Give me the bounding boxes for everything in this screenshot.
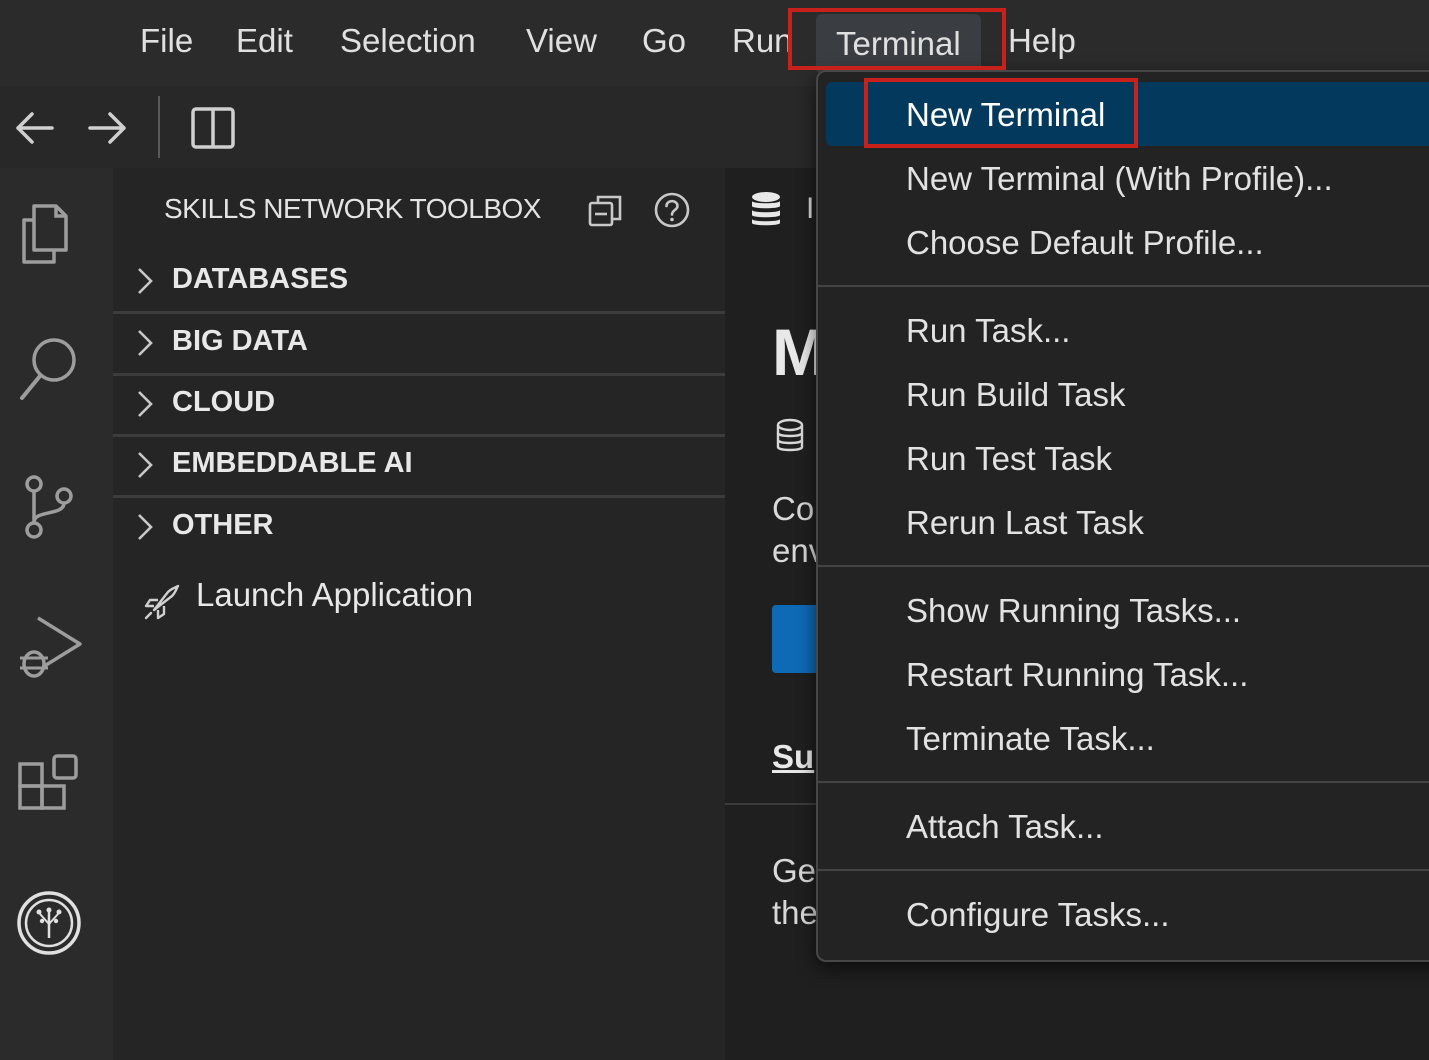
menu-separator <box>818 285 1429 287</box>
vscode-window: File Edit Selection View Go Run Terminal… <box>0 0 1429 1060</box>
menu-item-rerun-last-task[interactable]: Rerun Last Task <box>906 504 1144 542</box>
section-databases[interactable]: DATABASES <box>113 252 725 310</box>
editor-paragraph-line: Ge <box>772 852 817 889</box>
section-other[interactable]: OTHER <box>113 498 725 556</box>
chevron-right-icon <box>138 514 153 540</box>
editor-tab-label[interactable]: I <box>806 192 814 226</box>
menu-selection[interactable]: Selection <box>340 22 476 60</box>
menu-item-show-running-tasks[interactable]: Show Running Tasks... <box>906 592 1241 630</box>
editor-paragraph-line: the <box>772 894 818 931</box>
annotation-highlight-new-terminal <box>864 78 1138 148</box>
menu-item-restart-running-task[interactable]: Restart Running Task... <box>906 656 1248 694</box>
chevron-right-icon <box>138 268 153 294</box>
toolbar-separator <box>158 96 160 158</box>
menu-item-run-task[interactable]: Run Task... <box>906 312 1070 350</box>
split-editor-icon[interactable] <box>188 104 236 152</box>
menu-separator <box>818 781 1429 783</box>
section-label: EMBEDDABLE AI <box>172 447 413 479</box>
extensions-icon[interactable] <box>16 752 80 816</box>
help-icon[interactable] <box>653 191 691 229</box>
explorer-icon[interactable] <box>16 196 80 264</box>
menu-item-configure-tasks[interactable]: Configure Tasks... <box>906 896 1170 934</box>
rocket-icon <box>144 584 180 620</box>
search-icon[interactable] <box>16 334 80 400</box>
source-control-icon[interactable] <box>16 472 80 539</box>
menu-item-run-build-task[interactable]: Run Build Task <box>906 376 1126 414</box>
chevron-right-icon <box>138 452 153 478</box>
collapse-all-icon[interactable] <box>586 191 624 229</box>
menu-item-new-terminal-with-profile[interactable]: New Terminal (With Profile)... <box>906 160 1333 198</box>
section-label: DATABASES <box>172 263 349 295</box>
section-label: CLOUD <box>172 386 276 418</box>
chevron-right-icon <box>138 391 153 417</box>
menu-item-terminate-task[interactable]: Terminate Task... <box>906 720 1155 758</box>
menu-separator <box>818 869 1429 871</box>
section-label: OTHER <box>172 509 274 541</box>
chevron-right-icon <box>138 330 153 356</box>
menu-go[interactable]: Go <box>642 22 686 60</box>
menu-item-choose-default-profile[interactable]: Choose Default Profile... <box>906 224 1264 262</box>
section-big-data[interactable]: BIG DATA <box>113 314 725 372</box>
menu-run[interactable]: Run <box>732 22 788 60</box>
annotation-highlight-terminal-menu <box>788 8 1006 70</box>
menu-item-run-test-task[interactable]: Run Test Task <box>906 440 1112 478</box>
menu-item-attach-task[interactable]: Attach Task... <box>906 808 1103 846</box>
run-debug-icon[interactable] <box>16 612 82 678</box>
database-icon <box>774 418 806 454</box>
launch-application-label: Launch Application <box>196 576 474 613</box>
menu-separator <box>818 565 1429 567</box>
menu-view[interactable]: View <box>526 22 597 60</box>
database-icon <box>748 190 784 230</box>
section-cloud[interactable]: CLOUD <box>113 375 725 433</box>
section-embeddable-ai[interactable]: EMBEDDABLE AI <box>113 436 725 494</box>
forward-arrow-icon[interactable] <box>84 104 132 152</box>
editor-link[interactable]: Su <box>772 738 814 776</box>
menu-help[interactable]: Help <box>1008 22 1076 60</box>
menu-edit[interactable]: Edit <box>236 22 293 60</box>
skills-network-icon[interactable] <box>16 890 81 955</box>
editor-paragraph-line: Co <box>772 490 815 527</box>
sidebar-title: SKILLS NETWORK TOOLBOX <box>164 193 541 224</box>
back-arrow-icon[interactable] <box>10 104 58 152</box>
section-label: BIG DATA <box>172 325 308 357</box>
menu-file[interactable]: File <box>140 22 193 60</box>
